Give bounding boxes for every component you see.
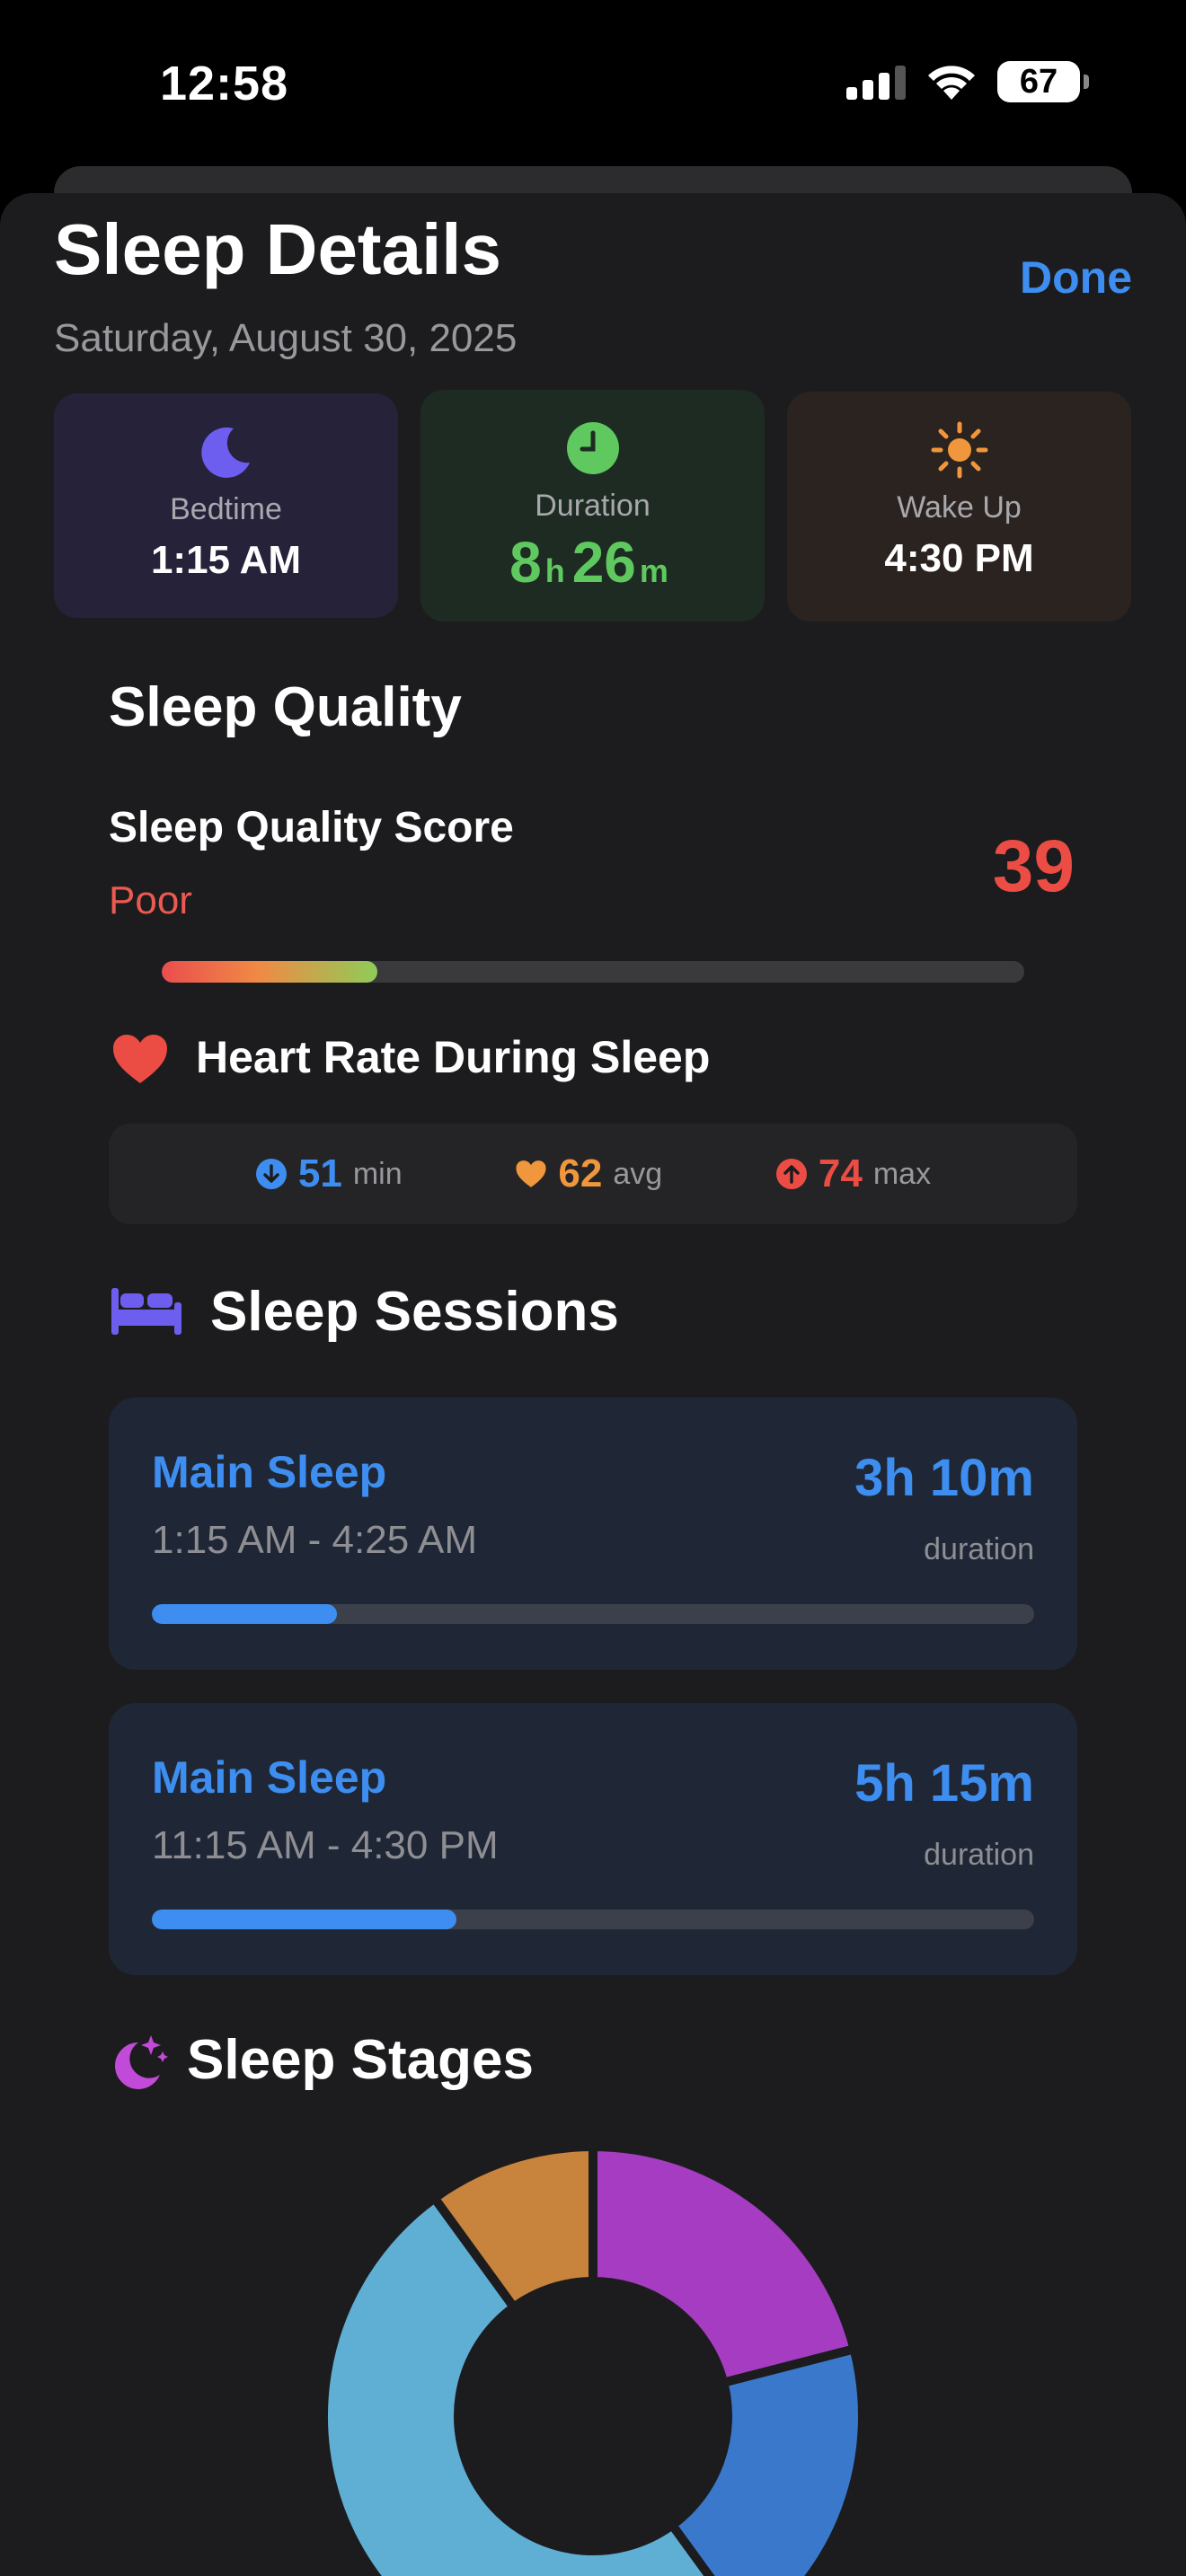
arrow-up-circle-icon <box>775 1159 807 1189</box>
duration-value: 8 h 26 m <box>420 529 765 595</box>
session-card[interactable]: Main Sleep 11:15 AM - 4:30 PM 5h 15m dur… <box>109 1703 1077 1975</box>
heart-icon <box>113 1035 167 1083</box>
duration-minutes: 26 <box>571 530 636 595</box>
moon-icon <box>200 427 250 478</box>
bed-icon <box>111 1288 181 1335</box>
quality-score: 39 <box>992 825 1075 907</box>
quality-score-bar <box>162 961 1024 983</box>
clock-icon <box>566 422 619 474</box>
sleep-stages-donut-chart <box>319 2141 867 2576</box>
hr-min-unit: min <box>352 1156 403 1191</box>
session-progress-bar <box>152 1604 1034 1624</box>
session-duration-label: duration <box>924 1532 1034 1566</box>
page-title: Sleep Details <box>54 209 502 289</box>
duration-hours-unit: h <box>544 552 565 589</box>
session-progress-bar <box>152 1910 1034 1929</box>
hr-avg-unit: avg <box>613 1156 663 1191</box>
wake-up-value: 4:30 PM <box>884 536 1034 580</box>
done-button[interactable]: Done <box>1020 251 1132 304</box>
status-time: 12:58 <box>160 57 289 110</box>
heart-rate-panel: 51 min 62 avg 74 max <box>109 1124 1077 1224</box>
session-time-range: 11:15 AM - 4:30 PM <box>152 1823 499 1867</box>
wifi-icon <box>928 66 975 100</box>
hr-avg-stat: 62 avg <box>515 1151 662 1196</box>
sleep-sessions-title: Sleep Sessions <box>210 1281 619 1343</box>
duration-card: Duration 8 h 26 m <box>420 390 765 622</box>
hr-max-value: 74 <box>818 1151 863 1195</box>
status-bar: 12:58 67 <box>0 0 1186 171</box>
cellular-signal-icon <box>846 66 906 100</box>
session-duration: 5h 15m <box>854 1754 1034 1813</box>
arrow-down-circle-icon <box>255 1159 287 1189</box>
page-date: Saturday, August 30, 2025 <box>54 316 518 360</box>
heart-rate-title: Heart Rate During Sleep <box>196 1032 711 1082</box>
hr-avg-value: 62 <box>558 1151 603 1195</box>
status-icons: 67 <box>846 61 1089 102</box>
session-progress-fill <box>152 1604 338 1624</box>
sleep-stages-title: Sleep Stages <box>187 2029 534 2091</box>
bedtime-card: Bedtime 1:15 AM <box>54 393 398 618</box>
moon-stars-icon <box>115 2035 168 2089</box>
hr-max-stat: 74 max <box>775 1151 931 1196</box>
sun-icon <box>931 421 987 479</box>
hr-min-value: 51 <box>297 1151 342 1195</box>
quality-rating: Poor <box>109 878 192 922</box>
wake-up-card: Wake Up 4:30 PM <box>787 392 1131 622</box>
session-time-range: 1:15 AM - 4:25 AM <box>152 1518 477 1562</box>
bedtime-value: 1:15 AM <box>150 538 302 582</box>
wake-up-label: Wake Up <box>897 490 1022 525</box>
battery-indicator: 67 <box>997 61 1089 102</box>
donut-slice <box>666 2343 867 2576</box>
session-card[interactable]: Main Sleep 1:15 AM - 4:25 AM 3h 10m dura… <box>109 1398 1077 1670</box>
quality-score-label: Sleep Quality Score <box>109 804 514 851</box>
session-duration-label: duration <box>924 1838 1034 1872</box>
duration-hours: 8 <box>509 530 542 595</box>
sleep-quality-title: Sleep Quality <box>109 676 462 738</box>
duration-minutes-unit: m <box>639 552 668 589</box>
session-name: Main Sleep <box>152 1447 387 1497</box>
hr-max-unit: max <box>872 1156 932 1191</box>
session-name: Main Sleep <box>152 1752 387 1803</box>
hr-min-stat: 51 min <box>255 1151 403 1196</box>
donut-slice <box>589 2141 860 2388</box>
heart-icon <box>516 1160 546 1187</box>
session-duration: 3h 10m <box>854 1449 1034 1507</box>
quality-score-bar-fill <box>162 961 377 983</box>
duration-label: Duration <box>535 489 651 523</box>
bedtime-label: Bedtime <box>170 492 282 526</box>
session-progress-fill <box>152 1910 456 1929</box>
